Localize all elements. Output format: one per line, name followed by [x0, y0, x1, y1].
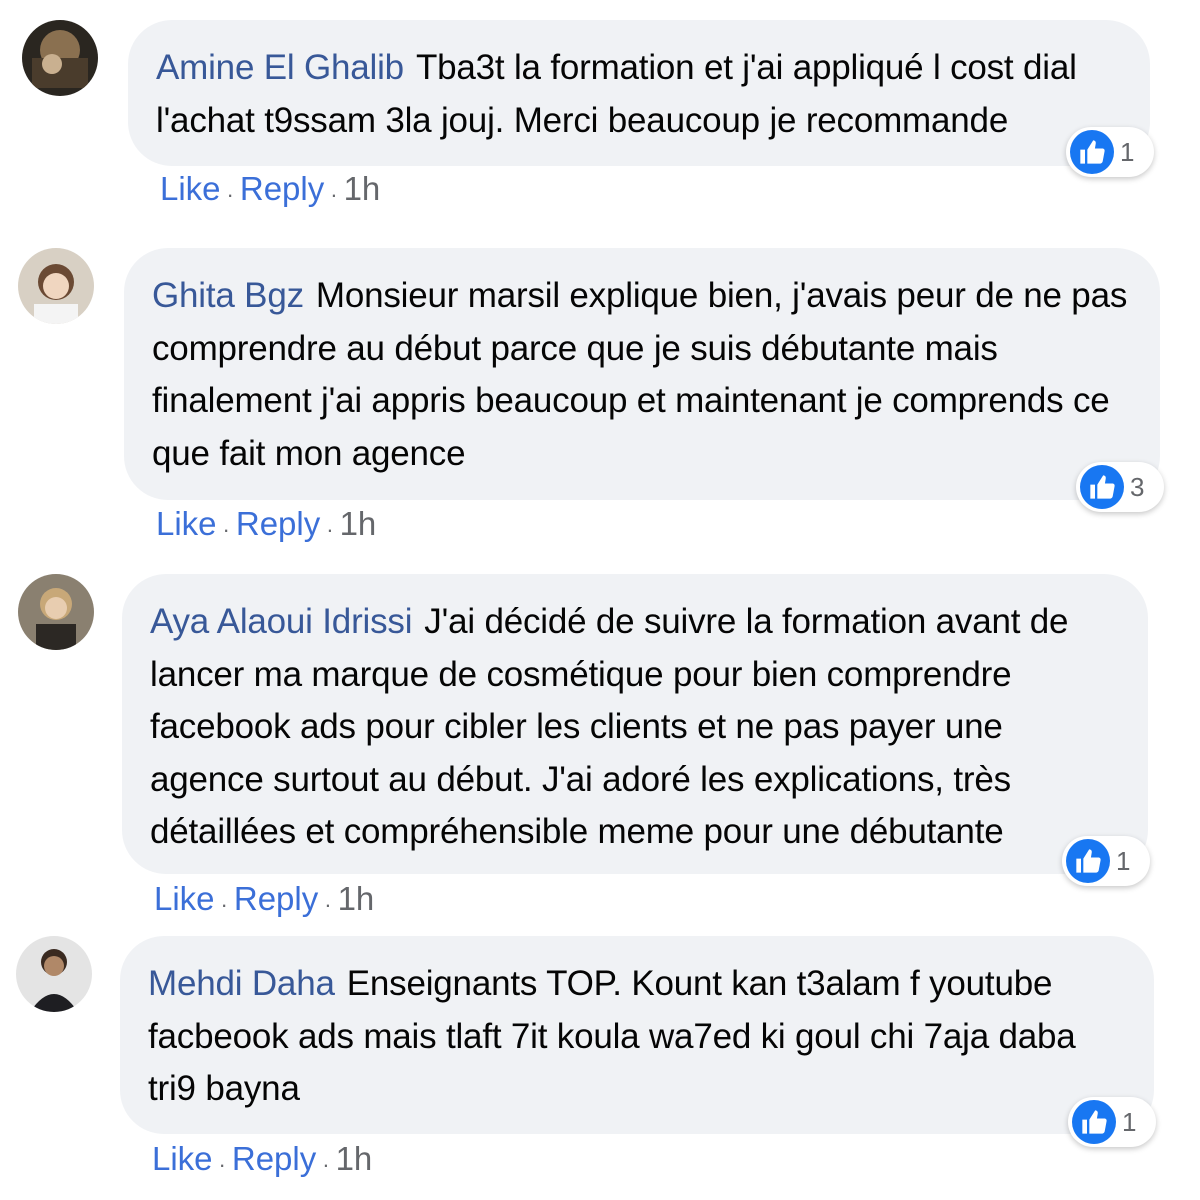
comment-timestamp[interactable]: 1h [344, 170, 381, 207]
comment-actions: Like · Reply · 1h [154, 880, 374, 918]
reaction-badge[interactable]: 1 [1066, 127, 1154, 177]
comment-text-block: Aya Alaoui Idrissi J'ai décidé de suivre … [150, 596, 1118, 859]
reaction-count: 1 [1116, 845, 1131, 876]
separator: · [222, 517, 230, 542]
comment-actions: Like · Reply · 1h [160, 170, 380, 208]
separator: · [226, 182, 234, 207]
like-icon [1072, 1100, 1116, 1144]
reply-button[interactable]: Reply [240, 170, 324, 207]
comment-timestamp[interactable]: 1h [336, 1140, 373, 1177]
reply-button[interactable]: Reply [236, 505, 320, 542]
comment-author[interactable]: Amine El Ghalib [156, 48, 404, 87]
reaction-count: 1 [1120, 136, 1135, 167]
reaction-badge[interactable]: 3 [1076, 462, 1164, 512]
comment-author[interactable]: Mehdi Daha [148, 964, 335, 1003]
comment-bubble: Mehdi Daha Enseignants TOP. Kount kan t3a… [120, 936, 1154, 1134]
comment-bubble: Amine El Ghalib Tba3t la formation et j'a… [128, 20, 1150, 166]
reaction-badge[interactable]: 1 [1062, 836, 1150, 886]
separator: · [220, 892, 228, 917]
separator: · [218, 1152, 226, 1177]
separator: · [326, 517, 334, 542]
avatar[interactable] [18, 248, 94, 324]
like-button[interactable]: Like [154, 880, 215, 917]
avatar[interactable] [18, 574, 94, 650]
comment-timestamp[interactable]: 1h [338, 880, 375, 917]
reaction-count: 1 [1122, 1106, 1137, 1137]
like-button[interactable]: Like [152, 1140, 213, 1177]
comment-timestamp[interactable]: 1h [340, 505, 377, 542]
comment-author[interactable]: Aya Alaoui Idrissi [150, 602, 412, 641]
comment-text-block: Mehdi Daha Enseignants TOP. Kount kan t3a… [148, 958, 1124, 1116]
avatar[interactable] [22, 20, 98, 96]
reply-button[interactable]: Reply [232, 1140, 316, 1177]
comment-actions: Like · Reply · 1h [152, 1140, 372, 1178]
reaction-badge[interactable]: 1 [1068, 1097, 1156, 1147]
like-icon [1080, 465, 1124, 509]
comment-bubble: Ghita Bgz Monsieur marsil explique bien, … [124, 248, 1160, 500]
like-button[interactable]: Like [156, 505, 217, 542]
avatar[interactable] [16, 936, 92, 1012]
separator: · [330, 182, 338, 207]
reaction-count: 3 [1130, 471, 1145, 502]
comment-text-block: Ghita Bgz Monsieur marsil explique bien, … [152, 270, 1130, 480]
comment-bubble: Aya Alaoui Idrissi J'ai décidé de suivre … [122, 574, 1148, 874]
like-icon [1066, 839, 1110, 883]
comment-text-block: Amine El Ghalib Tba3t la formation et j'a… [156, 42, 1120, 147]
comment-actions: Like · Reply · 1h [156, 505, 376, 543]
separator: · [324, 892, 332, 917]
comment-author[interactable]: Ghita Bgz [152, 276, 304, 315]
separator: · [322, 1152, 330, 1177]
like-icon [1070, 130, 1114, 174]
reply-button[interactable]: Reply [234, 880, 318, 917]
like-button[interactable]: Like [160, 170, 221, 207]
